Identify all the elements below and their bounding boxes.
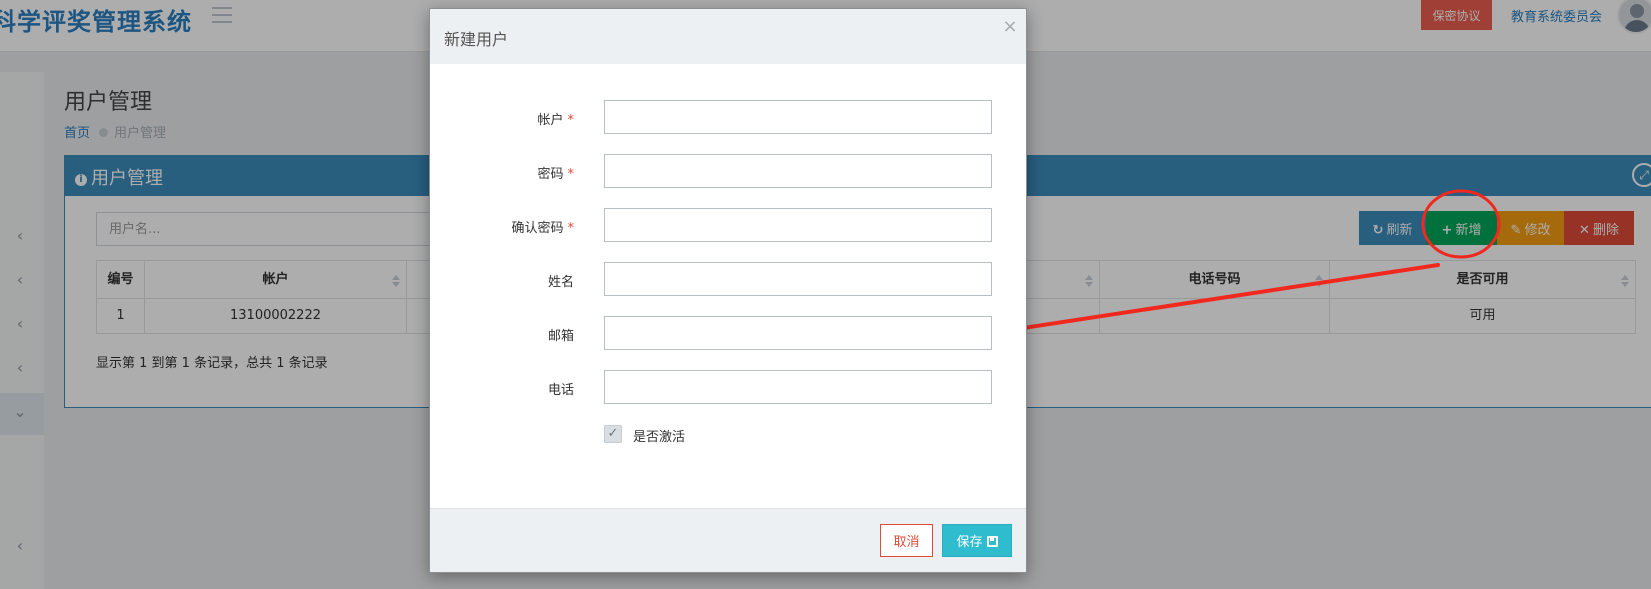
active-checkbox[interactable]: ✓ — [604, 425, 622, 443]
close-icon[interactable]: × — [1002, 18, 1018, 36]
new-user-dialog: 新建用户 × 帐户 * 密码 * 确认密码 * 姓名 邮箱 电话 ✓ 是否激活 取消 … — [429, 8, 1027, 573]
password-label: 密码 * — [537, 167, 574, 182]
dialog-header: 新建用户 × — [430, 9, 1026, 64]
email-label: 邮箱 — [547, 329, 574, 344]
save-icon — [986, 536, 998, 547]
save-button[interactable]: 保存 — [942, 524, 1012, 557]
account-field[interactable] — [604, 100, 992, 134]
password-field[interactable] — [604, 154, 992, 188]
confirm-password-label: 确认密码 * — [511, 221, 574, 236]
phone-label: 电话 — [547, 383, 574, 398]
name-label: 姓名 — [547, 275, 574, 290]
name-field[interactable] — [604, 262, 992, 296]
dialog-title: 新建用户 — [444, 30, 509, 49]
cancel-button[interactable]: 取消 — [880, 524, 933, 557]
account-label: 帐户 * — [537, 113, 574, 128]
confirm-password-field[interactable] — [604, 208, 992, 242]
dialog-footer: 取消 保存 — [430, 508, 1026, 572]
email-field[interactable] — [604, 316, 992, 350]
active-checkbox-label[interactable]: 是否激活 — [633, 426, 685, 445]
phone-field[interactable] — [604, 370, 992, 404]
